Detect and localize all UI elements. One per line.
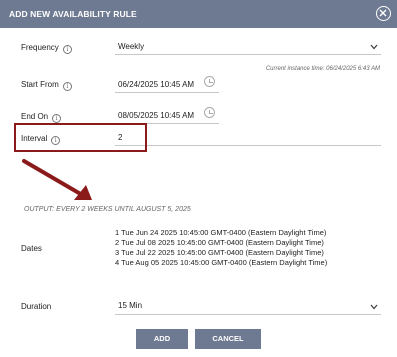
chevron-down-icon[interactable] (370, 44, 378, 50)
start-from-input[interactable]: 06/24/2025 10:45 AM (118, 80, 194, 89)
interval-underline (115, 145, 381, 146)
dialog-title: ADD NEW AVAILABILITY RULE (9, 9, 137, 19)
close-icon[interactable] (376, 6, 391, 21)
frequency-select[interactable]: Weekly (118, 42, 144, 51)
info-icon[interactable]: i (62, 45, 72, 54)
cancel-button[interactable]: CANCEL (195, 329, 261, 349)
duration-select[interactable]: 15 Min (118, 301, 142, 310)
interval-highlight-box (14, 123, 147, 152)
instance-time-caption: Current instance time: 06/24/2025 6:43 A… (265, 66, 380, 72)
frequency-label: Frequency i (21, 43, 72, 54)
start-from-underline (115, 92, 219, 93)
start-from-label: Start From i (21, 80, 72, 91)
annotation-arrow-icon (22, 159, 92, 200)
end-on-label-text: End On (21, 112, 49, 121)
date-item: 2 Tue Jul 08 2025 10:45:00 GMT-0400 (Eas… (115, 238, 324, 247)
clock-icon[interactable] (204, 107, 215, 118)
start-from-label-text: Start From (21, 80, 59, 89)
duration-label: Duration (21, 302, 52, 311)
info-icon[interactable]: i (52, 114, 62, 123)
output-summary: OUTPUT: EVERY 2 WEEKS UNTIL AUGUST 5, 20… (24, 206, 191, 213)
frequency-underline (115, 54, 381, 55)
date-item: 1 Tue Jun 24 2025 10:45:00 GMT-0400 (Eas… (115, 228, 327, 237)
add-button[interactable]: ADD (136, 329, 188, 349)
end-on-input[interactable]: 08/05/2025 10:45 AM (118, 111, 194, 120)
clock-icon[interactable] (204, 76, 215, 87)
info-icon[interactable]: i (62, 82, 72, 91)
date-item: 4 Tue Aug 05 2025 10:45:00 GMT-0400 (Eas… (115, 258, 328, 267)
chevron-down-icon[interactable] (370, 304, 378, 310)
frequency-label-text: Frequency (21, 43, 59, 52)
date-item: 3 Tue Jul 22 2025 10:45:00 GMT-0400 (Eas… (115, 248, 324, 257)
dates-list: 1 Tue Jun 24 2025 10:45:00 GMT-0400 (Eas… (115, 228, 327, 268)
dialog-header: ADD NEW AVAILABILITY RULE (0, 0, 397, 28)
end-on-label: End On i (21, 112, 62, 123)
duration-underline (115, 314, 381, 315)
dates-label: Dates (21, 244, 42, 253)
